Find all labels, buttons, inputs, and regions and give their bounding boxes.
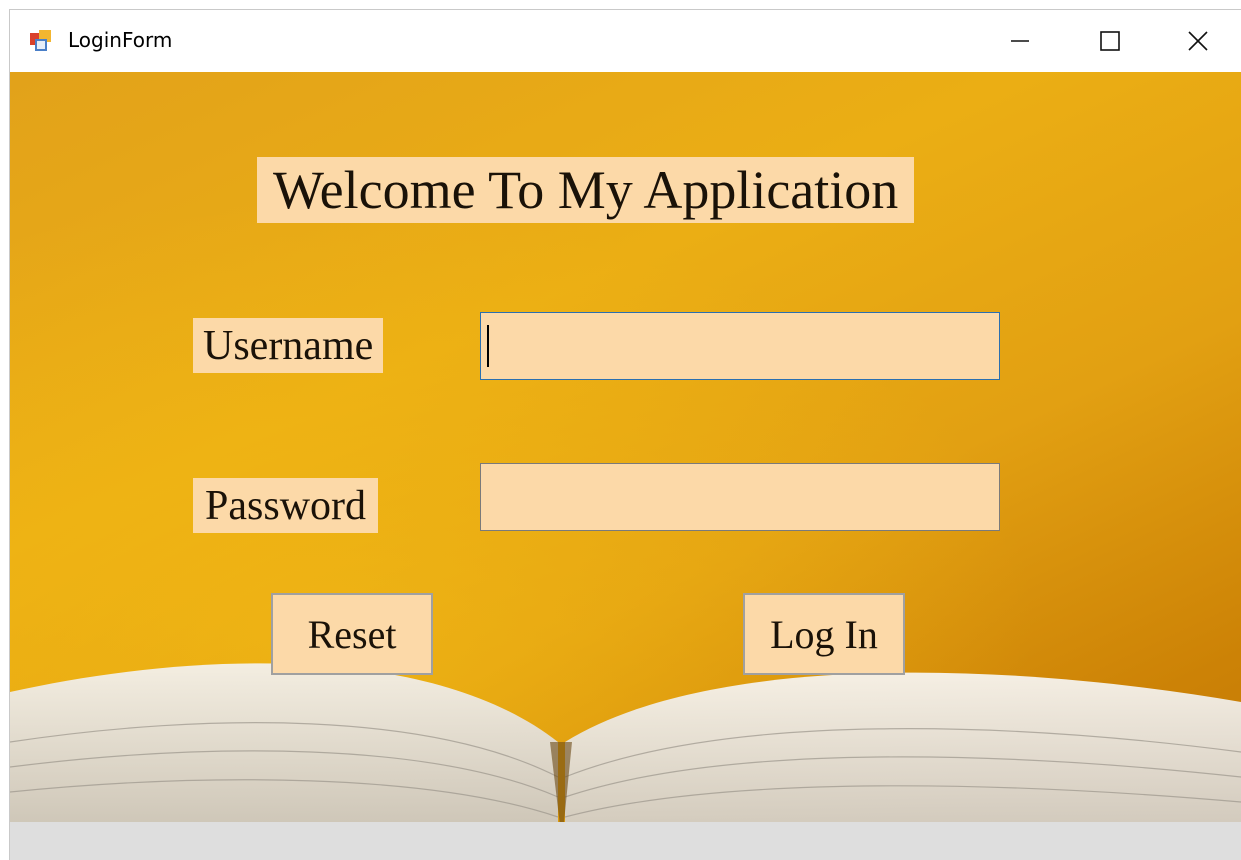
username-input[interactable] — [480, 312, 1000, 380]
close-button[interactable] — [1155, 10, 1241, 72]
maximize-button[interactable] — [1065, 10, 1155, 72]
login-window: LoginForm Welcome To My Application User… — [10, 10, 1241, 860]
minimize-button[interactable] — [975, 10, 1065, 72]
minimize-icon — [1011, 40, 1029, 42]
form-app-icon — [30, 30, 51, 51]
close-icon — [1188, 31, 1208, 51]
maximize-icon — [1100, 31, 1120, 51]
password-label: Password — [193, 478, 379, 533]
open-book-background-image — [10, 663, 1241, 860]
window-title: LoginForm — [68, 28, 173, 52]
form-client-area: Welcome To My Application Username Passw… — [10, 72, 1241, 860]
welcome-heading: Welcome To My Application — [257, 157, 915, 223]
title-bar[interactable]: LoginForm — [10, 10, 1241, 72]
text-caret — [487, 325, 489, 367]
username-label: Username — [193, 318, 384, 373]
reset-button[interactable]: Reset — [271, 593, 433, 675]
login-button[interactable]: Log In — [743, 593, 905, 675]
password-input[interactable] — [480, 463, 1000, 531]
